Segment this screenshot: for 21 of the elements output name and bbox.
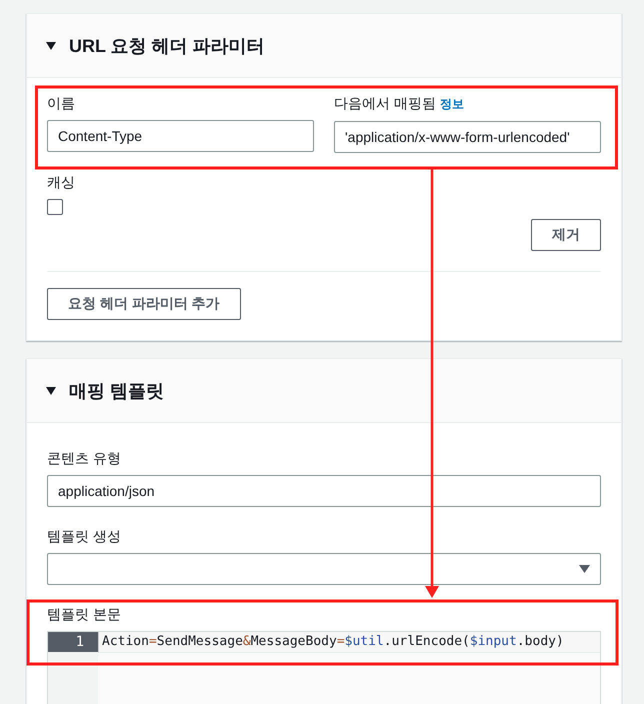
field-label: 이름 xyxy=(47,94,76,112)
line-number: 1 xyxy=(48,632,98,652)
field-label: 템플릿 생성 xyxy=(47,527,122,545)
mapped-from-input-field[interactable]: 'application/x-www-form-urlencoded' xyxy=(334,121,601,153)
caret-down-icon[interactable] xyxy=(45,384,57,396)
field-label: 콘텐츠 유형 xyxy=(47,449,122,467)
dropdown-caret-icon xyxy=(579,565,590,573)
template-select-field[interactable] xyxy=(47,553,601,585)
code-editor[interactable]: 1 Action=SendMessage&MessageBody=$util.urlEncode($input.body) xyxy=(47,631,601,704)
panel-title: 매핑 템플릿 xyxy=(69,380,164,402)
panel-title: URL 요청 헤더 파라미터 xyxy=(69,34,265,58)
field-label: 다음에서 매핑됨 xyxy=(334,94,436,112)
content-type-input-field[interactable]: application/json xyxy=(47,475,601,507)
field-label: 캐싱 xyxy=(47,173,76,191)
caret-down-icon[interactable] xyxy=(45,40,57,52)
info-link[interactable]: 정보 xyxy=(440,96,464,113)
remove-button[interactable]: 제거 xyxy=(531,219,601,251)
name-input-field[interactable]: Content-Type xyxy=(47,120,314,152)
caching-checkbox[interactable] xyxy=(47,199,63,215)
add-header-parameter-button[interactable]: 요청 헤더 파라미터 추가 xyxy=(47,288,241,320)
field-label: 템플릿 본문 xyxy=(47,605,122,623)
